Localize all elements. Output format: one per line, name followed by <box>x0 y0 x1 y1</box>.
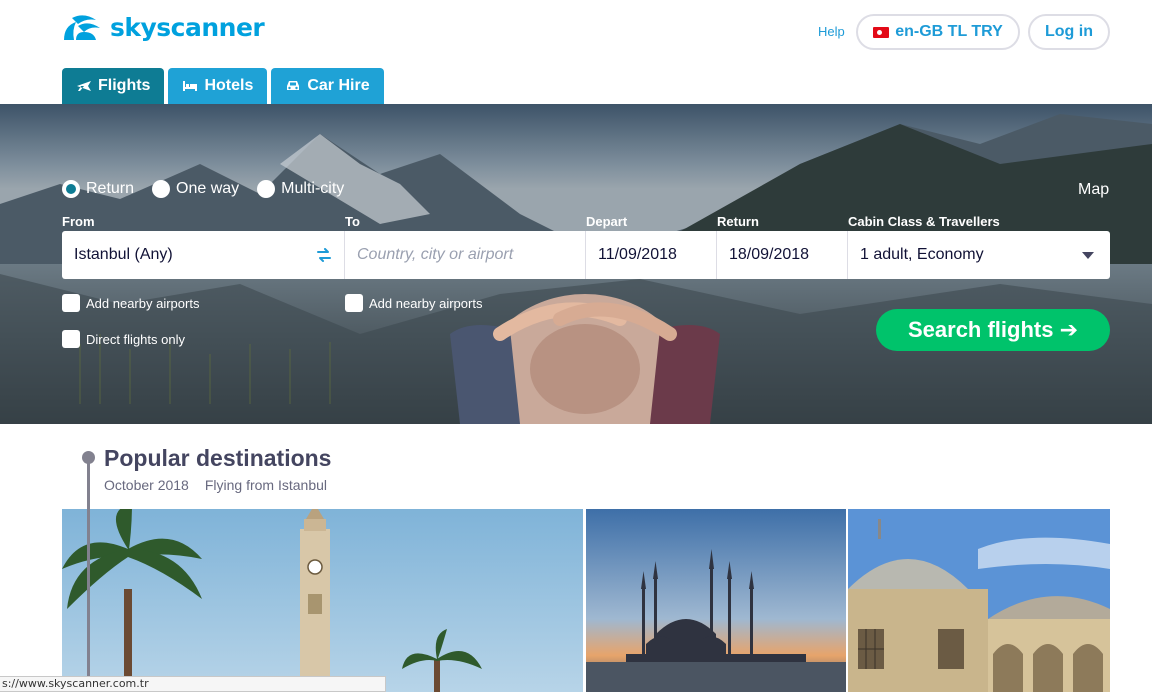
checkbox-label: Direct flights only <box>86 331 185 347</box>
product-tabs: Flights Hotels Car Hire <box>62 68 384 104</box>
nearby-from-checkbox[interactable]: Add nearby airports <box>62 294 199 312</box>
to-field[interactable]: Country, city or airport <box>345 231 586 279</box>
return-value: 18/09/2018 <box>729 246 810 263</box>
return-label: Return <box>717 214 759 229</box>
checkbox-label: Add nearby airports <box>369 295 483 311</box>
flight-search-form: Istanbul (Any) Country, city or airport … <box>62 231 1110 279</box>
radio-label: Multi-city <box>281 180 345 197</box>
to-placeholder: Country, city or airport <box>357 246 514 263</box>
help-link[interactable]: Help <box>818 24 845 39</box>
popular-month: October 2018 <box>104 477 189 493</box>
radio-unchecked-icon <box>257 180 276 198</box>
cabin-travellers-field[interactable]: 1 adult, Economy <box>848 231 1110 279</box>
flight-search-hero: Return One way Multi-city Map From To De… <box>0 104 1152 424</box>
trip-type-one-way[interactable]: One way <box>152 180 239 198</box>
timeline-line <box>87 462 90 692</box>
tab-label: Hotels <box>204 77 254 94</box>
clock-tower-palm-image <box>62 509 583 692</box>
radio-label: Return <box>86 180 135 197</box>
direct-flights-checkbox[interactable]: Direct flights only <box>62 330 185 348</box>
swap-icon[interactable] <box>316 248 332 262</box>
car-icon <box>287 81 300 90</box>
depart-label: Depart <box>586 214 628 229</box>
destination-card-mosque[interactable] <box>586 509 846 692</box>
to-label: To <box>345 214 360 229</box>
radio-checked-icon <box>62 180 80 198</box>
checkbox-icon <box>345 294 363 312</box>
skyscanner-logo-icon <box>64 15 100 40</box>
cabin-value: 1 adult, Economy <box>860 246 984 263</box>
browser-status-bar: s://www.skyscanner.com.tr <box>0 676 386 692</box>
checkbox-icon <box>62 330 80 348</box>
checkbox-icon <box>62 294 80 312</box>
return-date-field[interactable]: 18/09/2018 <box>717 231 848 279</box>
radio-label: One way <box>176 180 240 197</box>
tab-label: Flights <box>98 77 151 94</box>
chevron-down-icon <box>1082 252 1094 259</box>
bed-icon <box>183 81 198 91</box>
tab-label: Car Hire <box>307 77 370 94</box>
from-value: Istanbul (Any) <box>74 246 173 263</box>
destination-card-ottoman[interactable] <box>848 509 1110 692</box>
map-link[interactable]: Map <box>1078 181 1109 199</box>
destination-card-izmir[interactable] <box>62 509 583 692</box>
popular-origin: Flying from Istanbul <box>204 477 328 493</box>
from-label: From <box>62 214 95 229</box>
nearby-to-checkbox[interactable]: Add nearby airports <box>345 294 482 312</box>
depart-date-field[interactable]: 11/09/2018 <box>586 231 717 279</box>
trip-type-multi-city[interactable]: Multi-city <box>257 180 344 198</box>
depart-value: 11/09/2018 <box>598 246 677 263</box>
search-button-label: Search flights ➔ <box>907 317 1079 342</box>
mosque-sunset-image <box>586 509 846 692</box>
turkey-flag-icon <box>873 26 890 38</box>
popular-destinations-title: Popular destinations <box>104 445 332 471</box>
skyscanner-logo[interactable]: skyscanner <box>62 12 265 42</box>
site-header: skyscanner Help en-GB TL TRY Log in Flig… <box>0 0 1152 104</box>
login-button[interactable]: Log in <box>1028 14 1110 50</box>
locale-label: en-GB TL TRY <box>895 23 1003 40</box>
logo-wordmark: skyscanner <box>110 12 265 42</box>
cabin-label: Cabin Class & Travellers <box>848 214 1000 229</box>
ottoman-building-image <box>848 509 1110 692</box>
from-field[interactable]: Istanbul (Any) <box>62 231 345 279</box>
tab-flights[interactable]: Flights <box>62 68 165 104</box>
trip-type-selector: Return One way Multi-city <box>62 180 344 198</box>
locale-currency-button[interactable]: en-GB TL TRY <box>856 14 1020 50</box>
checkbox-label: Add nearby airports <box>86 295 200 311</box>
tab-hotels[interactable]: Hotels <box>168 68 268 104</box>
radio-unchecked-icon <box>152 180 171 198</box>
trip-type-return[interactable]: Return <box>62 180 134 198</box>
popular-destinations-subtitle: October 2018 Flying from Istanbul <box>104 477 327 493</box>
plane-icon <box>77 81 91 91</box>
search-flights-button[interactable]: Search flights ➔ <box>876 309 1110 351</box>
tab-car-hire[interactable]: Car Hire <box>271 68 384 104</box>
